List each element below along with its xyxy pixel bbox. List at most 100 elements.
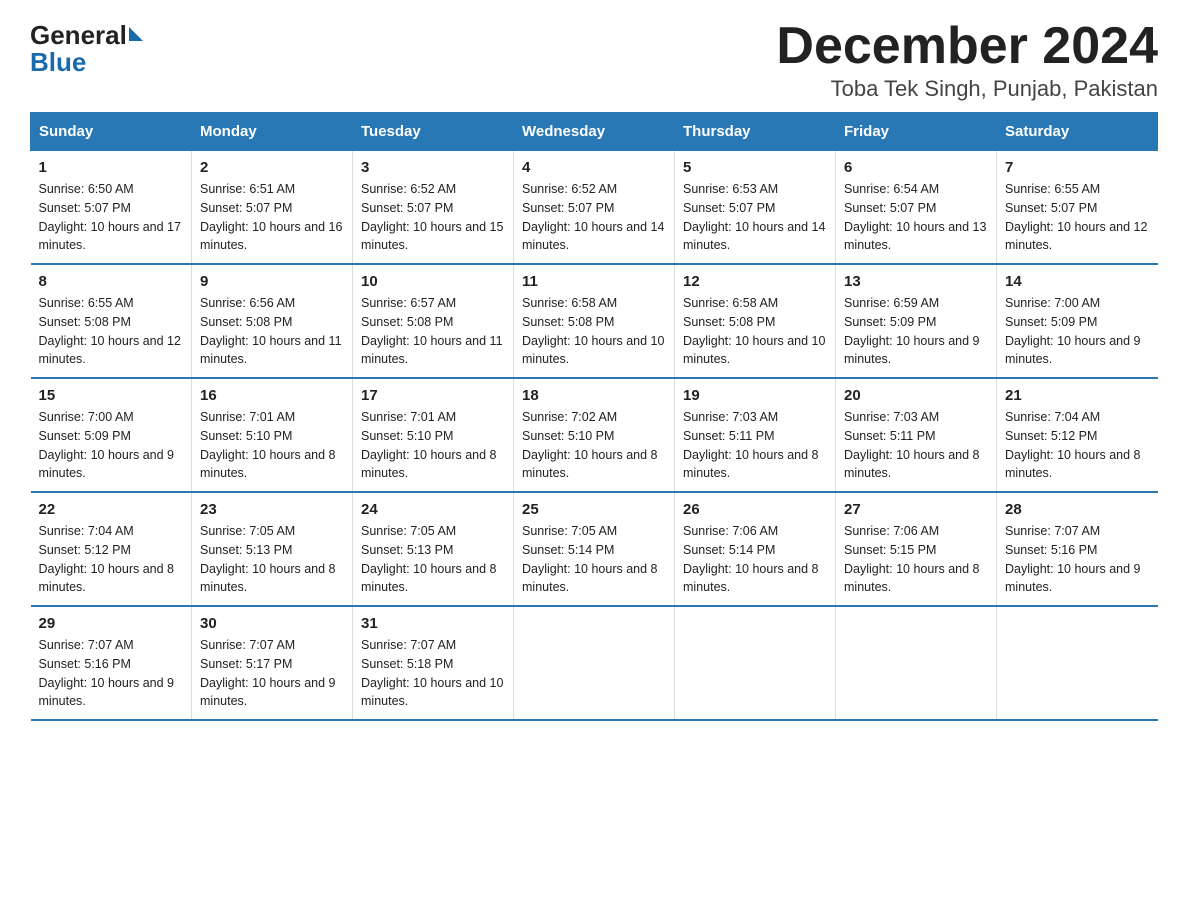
calendar-header-tuesday: Tuesday [353, 113, 514, 151]
day-number: 10 [361, 273, 505, 290]
day-info: Sunrise: 7:00 AMSunset: 5:09 PMDaylight:… [39, 410, 175, 480]
calendar-cell [997, 606, 1158, 720]
calendar-cell: 3 Sunrise: 6:52 AMSunset: 5:07 PMDayligh… [353, 151, 514, 265]
day-number: 30 [200, 615, 344, 632]
calendar-cell: 21 Sunrise: 7:04 AMSunset: 5:12 PMDaylig… [997, 378, 1158, 492]
calendar-cell: 12 Sunrise: 6:58 AMSunset: 5:08 PMDaylig… [675, 264, 836, 378]
day-info: Sunrise: 7:05 AMSunset: 5:14 PMDaylight:… [522, 524, 658, 594]
day-number: 1 [39, 159, 184, 176]
location-title: Toba Tek Singh, Punjab, Pakistan [776, 76, 1158, 102]
calendar-cell: 28 Sunrise: 7:07 AMSunset: 5:16 PMDaylig… [997, 492, 1158, 606]
calendar-cell: 16 Sunrise: 7:01 AMSunset: 5:10 PMDaylig… [192, 378, 353, 492]
calendar-cell: 1 Sunrise: 6:50 AMSunset: 5:07 PMDayligh… [31, 151, 192, 265]
calendar-cell: 27 Sunrise: 7:06 AMSunset: 5:15 PMDaylig… [836, 492, 997, 606]
page-header: General Blue December 2024 Toba Tek Sing… [30, 20, 1158, 102]
calendar-cell: 13 Sunrise: 6:59 AMSunset: 5:09 PMDaylig… [836, 264, 997, 378]
day-number: 13 [844, 273, 988, 290]
day-number: 26 [683, 501, 827, 518]
day-info: Sunrise: 7:07 AMSunset: 5:18 PMDaylight:… [361, 638, 503, 708]
calendar-week-row: 15 Sunrise: 7:00 AMSunset: 5:09 PMDaylig… [31, 378, 1158, 492]
calendar-week-row: 1 Sunrise: 6:50 AMSunset: 5:07 PMDayligh… [31, 151, 1158, 265]
calendar-cell [836, 606, 997, 720]
day-info: Sunrise: 6:57 AMSunset: 5:08 PMDaylight:… [361, 296, 503, 366]
day-number: 31 [361, 615, 505, 632]
day-info: Sunrise: 7:03 AMSunset: 5:11 PMDaylight:… [844, 410, 980, 480]
day-info: Sunrise: 7:03 AMSunset: 5:11 PMDaylight:… [683, 410, 819, 480]
day-number: 18 [522, 387, 666, 404]
calendar-cell: 4 Sunrise: 6:52 AMSunset: 5:07 PMDayligh… [514, 151, 675, 265]
calendar-table: SundayMondayTuesdayWednesdayThursdayFrid… [30, 112, 1158, 721]
calendar-cell: 20 Sunrise: 7:03 AMSunset: 5:11 PMDaylig… [836, 378, 997, 492]
day-number: 29 [39, 615, 184, 632]
day-number: 22 [39, 501, 184, 518]
calendar-cell: 30 Sunrise: 7:07 AMSunset: 5:17 PMDaylig… [192, 606, 353, 720]
calendar-header-monday: Monday [192, 113, 353, 151]
day-info: Sunrise: 6:55 AMSunset: 5:08 PMDaylight:… [39, 296, 181, 366]
calendar-cell: 24 Sunrise: 7:05 AMSunset: 5:13 PMDaylig… [353, 492, 514, 606]
day-info: Sunrise: 6:53 AMSunset: 5:07 PMDaylight:… [683, 182, 825, 252]
day-info: Sunrise: 6:58 AMSunset: 5:08 PMDaylight:… [522, 296, 664, 366]
day-info: Sunrise: 6:56 AMSunset: 5:08 PMDaylight:… [200, 296, 342, 366]
day-info: Sunrise: 7:00 AMSunset: 5:09 PMDaylight:… [1005, 296, 1141, 366]
month-title: December 2024 [776, 20, 1158, 72]
logo-arrow-icon [129, 27, 143, 41]
calendar-cell: 9 Sunrise: 6:56 AMSunset: 5:08 PMDayligh… [192, 264, 353, 378]
day-info: Sunrise: 7:06 AMSunset: 5:15 PMDaylight:… [844, 524, 980, 594]
logo: General Blue [30, 20, 143, 78]
day-info: Sunrise: 7:07 AMSunset: 5:16 PMDaylight:… [1005, 524, 1141, 594]
day-info: Sunrise: 7:01 AMSunset: 5:10 PMDaylight:… [200, 410, 336, 480]
day-number: 7 [1005, 159, 1150, 176]
day-info: Sunrise: 6:51 AMSunset: 5:07 PMDaylight:… [200, 182, 342, 252]
day-number: 9 [200, 273, 344, 290]
day-number: 17 [361, 387, 505, 404]
day-number: 16 [200, 387, 344, 404]
calendar-header-sunday: Sunday [31, 113, 192, 151]
day-number: 20 [844, 387, 988, 404]
calendar-header-row: SundayMondayTuesdayWednesdayThursdayFrid… [31, 113, 1158, 151]
day-info: Sunrise: 7:05 AMSunset: 5:13 PMDaylight:… [200, 524, 336, 594]
day-info: Sunrise: 6:59 AMSunset: 5:09 PMDaylight:… [844, 296, 980, 366]
calendar-header-wednesday: Wednesday [514, 113, 675, 151]
calendar-cell: 8 Sunrise: 6:55 AMSunset: 5:08 PMDayligh… [31, 264, 192, 378]
calendar-header-friday: Friday [836, 113, 997, 151]
calendar-cell: 17 Sunrise: 7:01 AMSunset: 5:10 PMDaylig… [353, 378, 514, 492]
calendar-header-thursday: Thursday [675, 113, 836, 151]
calendar-cell: 25 Sunrise: 7:05 AMSunset: 5:14 PMDaylig… [514, 492, 675, 606]
day-info: Sunrise: 6:52 AMSunset: 5:07 PMDaylight:… [361, 182, 503, 252]
calendar-cell: 31 Sunrise: 7:07 AMSunset: 5:18 PMDaylig… [353, 606, 514, 720]
calendar-week-row: 29 Sunrise: 7:07 AMSunset: 5:16 PMDaylig… [31, 606, 1158, 720]
day-number: 15 [39, 387, 184, 404]
day-number: 24 [361, 501, 505, 518]
day-number: 21 [1005, 387, 1150, 404]
day-number: 5 [683, 159, 827, 176]
day-info: Sunrise: 7:02 AMSunset: 5:10 PMDaylight:… [522, 410, 658, 480]
calendar-header-saturday: Saturday [997, 113, 1158, 151]
day-number: 28 [1005, 501, 1150, 518]
calendar-cell: 10 Sunrise: 6:57 AMSunset: 5:08 PMDaylig… [353, 264, 514, 378]
day-number: 14 [1005, 273, 1150, 290]
calendar-cell: 7 Sunrise: 6:55 AMSunset: 5:07 PMDayligh… [997, 151, 1158, 265]
calendar-cell: 6 Sunrise: 6:54 AMSunset: 5:07 PMDayligh… [836, 151, 997, 265]
calendar-week-row: 8 Sunrise: 6:55 AMSunset: 5:08 PMDayligh… [31, 264, 1158, 378]
day-info: Sunrise: 7:04 AMSunset: 5:12 PMDaylight:… [1005, 410, 1141, 480]
day-info: Sunrise: 7:04 AMSunset: 5:12 PMDaylight:… [39, 524, 175, 594]
day-number: 3 [361, 159, 505, 176]
day-info: Sunrise: 6:50 AMSunset: 5:07 PMDaylight:… [39, 182, 181, 252]
calendar-cell: 23 Sunrise: 7:05 AMSunset: 5:13 PMDaylig… [192, 492, 353, 606]
day-info: Sunrise: 7:01 AMSunset: 5:10 PMDaylight:… [361, 410, 497, 480]
day-info: Sunrise: 6:58 AMSunset: 5:08 PMDaylight:… [683, 296, 825, 366]
day-number: 19 [683, 387, 827, 404]
calendar-cell: 11 Sunrise: 6:58 AMSunset: 5:08 PMDaylig… [514, 264, 675, 378]
day-number: 27 [844, 501, 988, 518]
calendar-cell: 14 Sunrise: 7:00 AMSunset: 5:09 PMDaylig… [997, 264, 1158, 378]
calendar-cell: 22 Sunrise: 7:04 AMSunset: 5:12 PMDaylig… [31, 492, 192, 606]
calendar-cell: 18 Sunrise: 7:02 AMSunset: 5:10 PMDaylig… [514, 378, 675, 492]
calendar-week-row: 22 Sunrise: 7:04 AMSunset: 5:12 PMDaylig… [31, 492, 1158, 606]
day-info: Sunrise: 7:07 AMSunset: 5:17 PMDaylight:… [200, 638, 336, 708]
day-info: Sunrise: 7:07 AMSunset: 5:16 PMDaylight:… [39, 638, 175, 708]
calendar-cell: 15 Sunrise: 7:00 AMSunset: 5:09 PMDaylig… [31, 378, 192, 492]
calendar-cell: 19 Sunrise: 7:03 AMSunset: 5:11 PMDaylig… [675, 378, 836, 492]
logo-blue-text: Blue [30, 47, 86, 78]
title-block: December 2024 Toba Tek Singh, Punjab, Pa… [776, 20, 1158, 102]
calendar-cell: 29 Sunrise: 7:07 AMSunset: 5:16 PMDaylig… [31, 606, 192, 720]
